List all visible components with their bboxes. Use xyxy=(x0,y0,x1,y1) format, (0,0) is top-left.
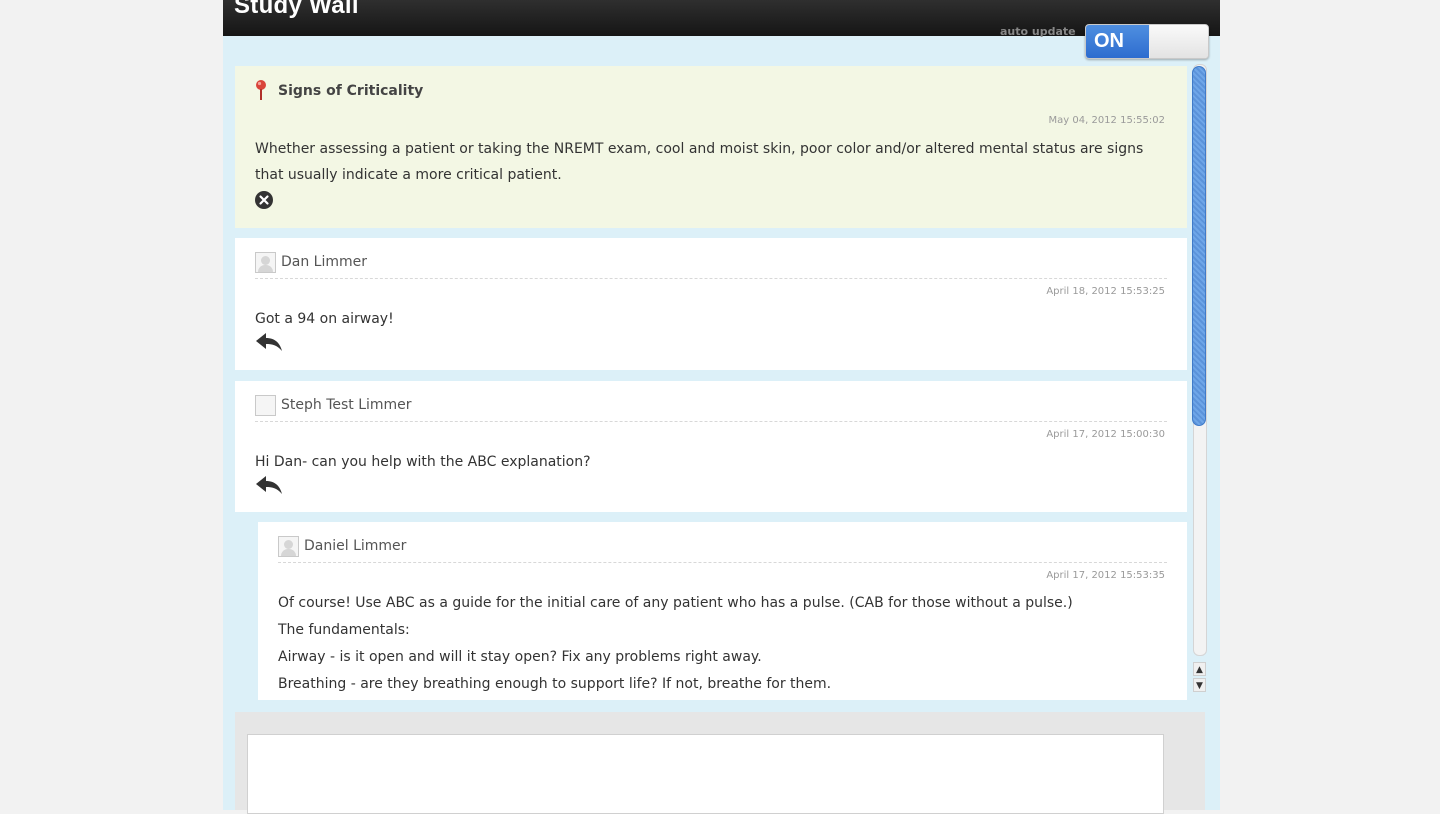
study-wall-app: Study Wall auto update ON Signs of Criti… xyxy=(223,0,1220,814)
composer-area xyxy=(235,712,1205,814)
post-body: Got a 94 on airway! xyxy=(255,311,394,327)
reply-line: Breathing - are they breathing enough to… xyxy=(278,676,832,692)
auto-update-label: auto update xyxy=(1000,25,1076,38)
page-title: Study Wall xyxy=(234,0,359,19)
post-timestamp: April 18, 2012 15:53:25 xyxy=(1046,286,1165,297)
map-pin-icon xyxy=(256,80,266,100)
scrollbar-thumb[interactable] xyxy=(1192,66,1206,426)
reply-body: Of course! Use ABC as a guide for the in… xyxy=(278,590,1147,698)
pinned-body: Whether assessing a patient or taking th… xyxy=(255,141,1144,183)
pinned-title: Signs of Criticality xyxy=(278,83,424,99)
post-body: Hi Dan- can you help with the ABC explan… xyxy=(255,454,591,470)
auto-update-toggle[interactable]: ON xyxy=(1085,24,1209,59)
post-divider xyxy=(255,278,1167,279)
toggle-knob[interactable] xyxy=(1150,25,1208,58)
close-circle-icon[interactable] xyxy=(254,190,274,210)
reply-divider xyxy=(278,562,1167,563)
user-avatar-icon xyxy=(278,536,299,557)
user-avatar-icon xyxy=(255,252,276,273)
reply-arrow-icon[interactable] xyxy=(255,332,283,352)
post-composer-input[interactable] xyxy=(247,734,1164,814)
reply-line: The fundamentals: xyxy=(278,622,410,638)
reply-arrow-icon[interactable] xyxy=(255,475,283,495)
toggle-on-label: ON xyxy=(1086,25,1149,58)
post-author[interactable]: Dan Limmer xyxy=(281,254,367,270)
user-avatar-icon xyxy=(255,395,276,416)
post-author[interactable]: Steph Test Limmer xyxy=(281,397,412,413)
reply-line: Of course! Use ABC as a guide for the in… xyxy=(278,595,1073,611)
post-divider xyxy=(255,421,1167,422)
reply-line: Airway - is it open and will it stay ope… xyxy=(278,649,762,665)
wall-feed[interactable]: Signs of Criticality May 04, 2012 15:55:… xyxy=(235,66,1187,700)
feed-scrollbar[interactable]: ▲ ▼ xyxy=(1190,64,1208,698)
scroll-up-arrow-icon[interactable]: ▲ xyxy=(1193,662,1206,676)
reply-timestamp: April 17, 2012 15:53:35 xyxy=(1046,570,1165,581)
post-card: Steph Test Limmer April 17, 2012 15:00:3… xyxy=(235,381,1187,512)
reply-card: Daniel Limmer April 17, 2012 15:53:35 Of… xyxy=(258,522,1187,700)
reply-author[interactable]: Daniel Limmer xyxy=(304,538,406,554)
post-timestamp: April 17, 2012 15:00:30 xyxy=(1046,429,1165,440)
post-card: Dan Limmer April 18, 2012 15:53:25 Got a… xyxy=(235,238,1187,370)
pinned-post: Signs of Criticality May 04, 2012 15:55:… xyxy=(235,66,1187,228)
pinned-timestamp: May 04, 2012 15:55:02 xyxy=(1048,115,1165,126)
scroll-down-arrow-icon[interactable]: ▼ xyxy=(1193,678,1206,692)
